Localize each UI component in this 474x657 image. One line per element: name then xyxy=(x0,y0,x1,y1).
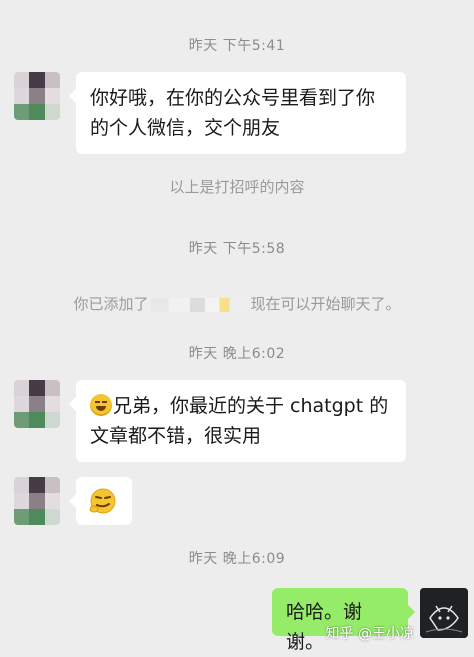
message-text-line: 的个人微信，交个朋友 xyxy=(90,117,281,139)
grinning-face-emoji xyxy=(90,394,112,416)
timestamp: 昨天 下午5:41 xyxy=(188,38,286,54)
notice-suffix: 现在可以开始聊天了。 xyxy=(250,295,401,313)
greeting-note: 以上是打招呼的内容 xyxy=(169,178,305,196)
message-bubble[interactable]: 兄弟，你最近的关于 chatgpt 的 文章都不错，很实用 xyxy=(69,380,406,462)
message-bubble[interactable] xyxy=(69,477,132,525)
message-text-line: 文章都不错，很实用 xyxy=(90,425,262,447)
message-bubble[interactable]: 你好哦，在你的公众号里看到了你 的个人微信，交个朋友 xyxy=(69,72,406,154)
message-text-line: 兄弟，你最近的关于 chatgpt 的 xyxy=(90,391,394,421)
sly-smile-emoji xyxy=(89,488,116,514)
timestamp: 昨天 晚上6:09 xyxy=(188,551,286,567)
notice-prefix: 你已添加了 xyxy=(73,295,149,313)
friend-added-notice: 你已添加了 现在可以开始聊天了。 xyxy=(0,293,474,314)
contact-avatar[interactable] xyxy=(14,380,60,428)
message-text: 兄弟，你最近的关于 chatgpt 的 xyxy=(113,395,389,417)
watermark: 知乎 @王小凉 xyxy=(325,626,414,642)
redacted-name xyxy=(150,297,249,312)
message-text-line: 你好哦，在你的公众号里看到了你 xyxy=(90,87,376,109)
my-avatar[interactable] xyxy=(420,588,468,638)
timestamp: 昨天 下午5:58 xyxy=(188,241,286,257)
contact-avatar[interactable] xyxy=(14,477,60,525)
timestamp: 昨天 晚上6:02 xyxy=(188,346,286,362)
cat-illustration-icon xyxy=(420,588,468,638)
contact-avatar[interactable] xyxy=(14,72,60,120)
